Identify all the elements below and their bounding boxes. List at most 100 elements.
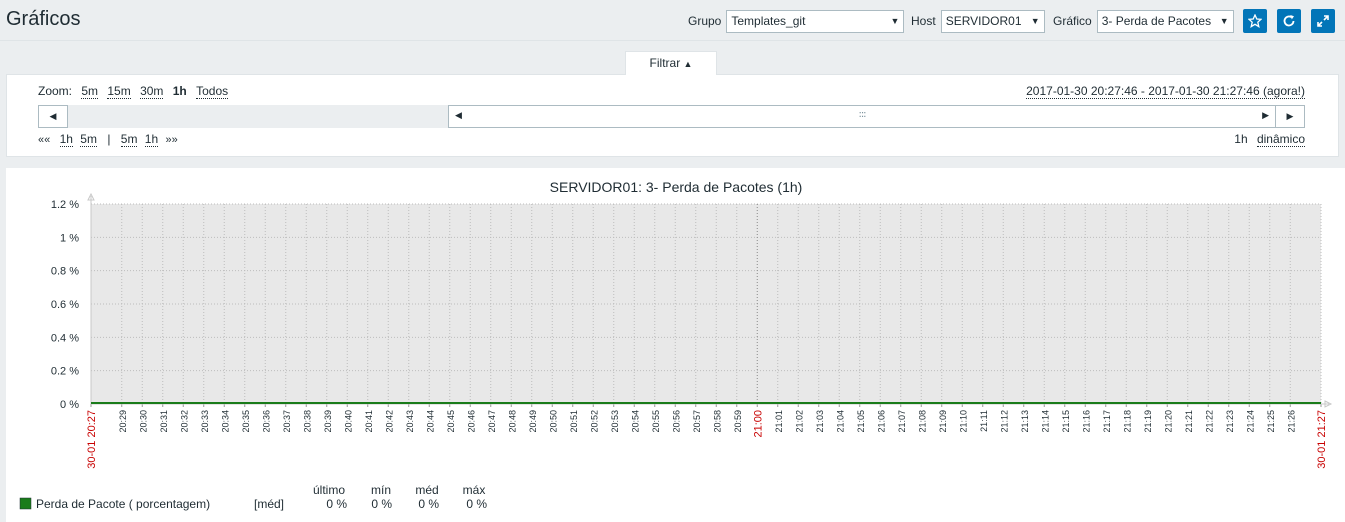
x-tick-label: 20:36 [261, 410, 271, 433]
x-tick-label: 21:10 [958, 410, 968, 433]
fullscreen-icon [1317, 15, 1329, 27]
x-tick-label: 20:56 [671, 410, 681, 433]
x-tick-label: 20:46 [466, 410, 476, 433]
graph-label: Gráfico [1053, 14, 1092, 28]
period-value: 1h [1234, 132, 1248, 146]
zoom-1h[interactable]: 1h [173, 84, 187, 98]
x-tick-label: 20:38 [302, 410, 312, 433]
x-tick-label: 21:09 [938, 410, 948, 433]
x-tick-label: 21:08 [917, 410, 927, 433]
x-tick-label: 20:44 [425, 410, 435, 433]
x-tick-label: 21:02 [794, 410, 804, 433]
y-tick-label: 0.2 % [51, 366, 79, 378]
x-tick-label: 21:19 [1143, 410, 1153, 433]
y-tick-label: 1.2 % [51, 199, 79, 211]
x-tick-label: 20:52 [589, 410, 599, 433]
x-tick-label: 20:45 [446, 410, 456, 433]
x-tick-label: 21:11 [979, 410, 989, 432]
x-tick-label: 21:22 [1204, 410, 1214, 433]
x-tick-label: 20:49 [528, 410, 538, 433]
x-tick-label: 21:06 [876, 410, 886, 433]
caret-left-icon[interactable]: ◀ [455, 111, 462, 121]
grip-icon: ::: [858, 109, 866, 120]
chart-legend: último mín méd máx Perda de Pacote ( por… [19, 483, 487, 511]
x-start-label: 30-01 20:27 [86, 410, 98, 469]
chevron-down-icon: ▼ [1219, 16, 1229, 26]
zoom-30m[interactable]: 30m [140, 84, 164, 99]
nav-back-5m[interactable]: 5m [80, 132, 97, 147]
x-tick-label: 20:54 [630, 410, 640, 433]
x-tick-label: 20:31 [159, 410, 169, 433]
filter-tab[interactable]: Filtrar ▲ [625, 51, 717, 75]
caret-left-icon: ◀ [49, 111, 57, 122]
x-tick-label: 21:21 [1184, 410, 1194, 433]
legend-avg: 0 % [418, 497, 439, 511]
y-tick-label: 1 % [60, 232, 79, 244]
favorite-button[interactable] [1243, 9, 1267, 33]
graph-select[interactable]: 3- Perda de Pacotes ▼ [1096, 9, 1234, 33]
x-tick-label: 21:17 [1102, 410, 1112, 433]
x-tick-label: 20:57 [692, 410, 702, 433]
star-icon [1248, 14, 1262, 28]
x-end-label: 30-01 21:27 [1316, 410, 1328, 469]
x-tick-label: 20:42 [384, 410, 394, 433]
legend-max: 0 % [466, 497, 487, 511]
nav-back-1h[interactable]: 1h [59, 132, 73, 147]
nav-forward-1h[interactable]: 1h [144, 132, 159, 147]
scroll-left-button[interactable]: ◀ [38, 105, 68, 128]
legend-series-name: Perda de Pacote ( porcentagem) [36, 497, 210, 511]
graph-select-value: 3- Perda de Pacotes [1101, 14, 1212, 28]
graph-control: Gráfico 3- Perda de Pacotes ▼ [1053, 9, 1234, 33]
nav-forward-5m[interactable]: 5m [120, 132, 138, 147]
x-tick-label: 20:30 [138, 410, 148, 433]
caret-right-icon: ▶ [1286, 111, 1294, 122]
x-tick-label: 21:24 [1245, 410, 1255, 433]
x-tick-label: 20:41 [364, 410, 374, 433]
y-axis-ticks: 1.2 % 1 % 0.8 % 0.6 % 0.4 % 0.2 % 0 % [51, 199, 79, 411]
zoom-all[interactable]: Todos [196, 84, 229, 99]
refresh-button[interactable] [1277, 9, 1301, 33]
fullscreen-button[interactable] [1311, 9, 1335, 33]
period-range[interactable]: 2017-01-30 20:27:46 - 2017-01-30 21:27:4… [1026, 84, 1305, 99]
dynamic-toggle[interactable]: dinâmico [1256, 132, 1305, 147]
legend-func: [méd] [254, 497, 284, 511]
x-tick-label: 20:55 [651, 410, 661, 433]
x-tick-label: 21:00 [752, 410, 764, 438]
host-control: Host SERVIDOR01 ▼ [911, 9, 1045, 33]
x-tick-label: 21:16 [1081, 410, 1091, 433]
x-tick-label: 20:29 [118, 410, 128, 433]
x-tick-label: 21:18 [1122, 410, 1132, 433]
caret-right-icon[interactable]: ▶ [1262, 111, 1269, 121]
x-tick-label: 21:03 [815, 410, 825, 433]
x-tick-label: 21:05 [856, 410, 866, 433]
chart-title: SERVIDOR01: 3- Perda de Pacotes (1h) [550, 179, 803, 195]
x-tick-label: 20:39 [323, 410, 333, 433]
zoom-row: Zoom: 5m 15m 30m 1h Todos [38, 84, 229, 99]
host-label: Host [911, 14, 936, 28]
host-select[interactable]: SERVIDOR01 ▼ [940, 9, 1045, 33]
zoom-label: Zoom: [38, 84, 73, 98]
nav-separator: | [107, 132, 111, 146]
graph-svg: SERVIDOR01: 3- Perda de Pacotes (1h) 1.2… [19, 179, 1333, 511]
timeline-scrollbar[interactable]: ◀ ◀ ::: ▶ ▶ [38, 105, 1305, 128]
scroll-handle[interactable]: ◀ ::: ▶ [448, 105, 1276, 128]
x-tick-label: 20:58 [712, 410, 722, 433]
x-tick-label: 20:43 [405, 410, 415, 433]
y-tick-label: 0.4 % [51, 332, 79, 344]
chevron-down-icon: ▼ [890, 16, 900, 26]
group-control: Grupo Templates_git ▼ [688, 9, 905, 33]
nav-back-arrow: «« [38, 134, 51, 146]
group-select[interactable]: Templates_git ▼ [726, 9, 905, 33]
zoom-5m[interactable]: 5m [81, 84, 99, 99]
x-tick-label: 20:53 [610, 410, 620, 433]
x-tick-label: 20:32 [179, 410, 189, 433]
legend-header-last: último [313, 483, 345, 497]
x-tick-label: 21:15 [1061, 410, 1071, 433]
x-tick-label: 20:33 [200, 410, 210, 433]
x-tick-label: 20:40 [343, 410, 353, 433]
zoom-15m[interactable]: 15m [107, 84, 131, 99]
x-tick-label: 21:01 [774, 410, 784, 433]
x-tick-label: 21:23 [1225, 410, 1235, 433]
legend-header-avg: méd [415, 483, 438, 497]
scroll-right-button[interactable]: ▶ [1275, 105, 1305, 128]
